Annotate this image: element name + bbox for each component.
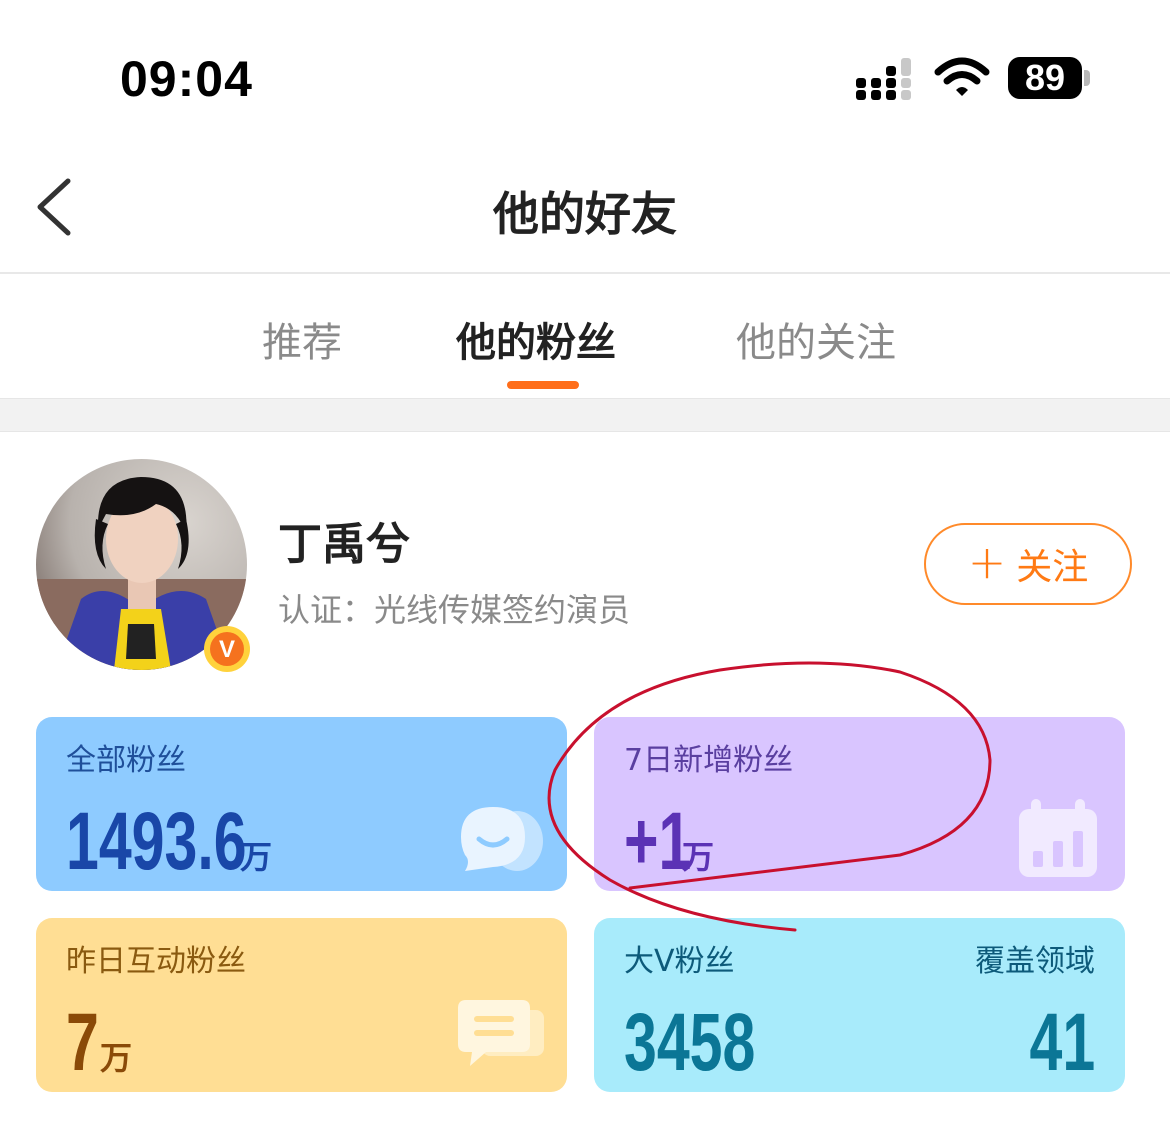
user-name[interactable]: 丁禹兮: [278, 508, 410, 572]
section-separator: [0, 398, 1170, 432]
verified-letter: V: [219, 636, 235, 663]
calendar-chart-icon: [1019, 799, 1097, 877]
all-fans-value: 1493.6: [66, 796, 247, 887]
plus-icon: +: [967, 535, 1007, 589]
interactive-fans-unit: 万: [100, 1039, 133, 1077]
big-v-fans-card[interactable]: 大V粉丝 覆盖领域 3458 41: [594, 918, 1125, 1092]
interactive-fans-label: 昨日互动粉丝: [66, 944, 246, 979]
nav-divider: [0, 272, 1170, 274]
battery-cap: [1084, 70, 1090, 86]
follow-label: 关注: [1016, 547, 1089, 588]
interactive-fans-card[interactable]: 昨日互动粉丝 7 万: [36, 918, 567, 1092]
tab-his-following[interactable]: 他的关注: [736, 310, 896, 368]
new-fans-7d-card[interactable]: 7日新增粉丝 +1 万: [594, 717, 1125, 891]
new-fans-7d-unit: 万: [682, 838, 715, 876]
all-fans-unit: 万: [240, 838, 273, 876]
wifi-icon: [934, 57, 990, 96]
active-tab-indicator: [507, 381, 579, 389]
all-fans-card[interactable]: 全部粉丝 1493.6 万: [36, 717, 567, 891]
message-icon: [458, 1000, 544, 1066]
big-v-fans-value: 3458: [624, 997, 756, 1088]
verified-v-icon: V: [204, 626, 250, 672]
follow-button[interactable]: + 关注: [924, 523, 1132, 605]
page-title: 他的好友: [493, 187, 677, 241]
battery-indicator: 89: [1008, 57, 1082, 99]
coverage-domains-value: 41: [1029, 997, 1095, 1088]
signal-icon: [856, 58, 911, 100]
user-certification: 认证：光线传媒签约演员: [278, 591, 631, 629]
all-fans-label: 全部粉丝: [66, 743, 186, 778]
interactive-fans-value: 7: [66, 997, 99, 1088]
chat-bubbles-icon: [461, 807, 543, 871]
new-fans-7d-label: 7日新增粉丝: [624, 743, 794, 778]
status-time: 09:04: [120, 51, 253, 107]
tab-recommend[interactable]: 推荐: [262, 310, 342, 368]
coverage-domains-label: 覆盖领域: [975, 944, 1095, 979]
tab-his-fans[interactable]: 他的粉丝: [456, 310, 616, 368]
big-v-fans-label: 大V粉丝: [624, 944, 735, 979]
